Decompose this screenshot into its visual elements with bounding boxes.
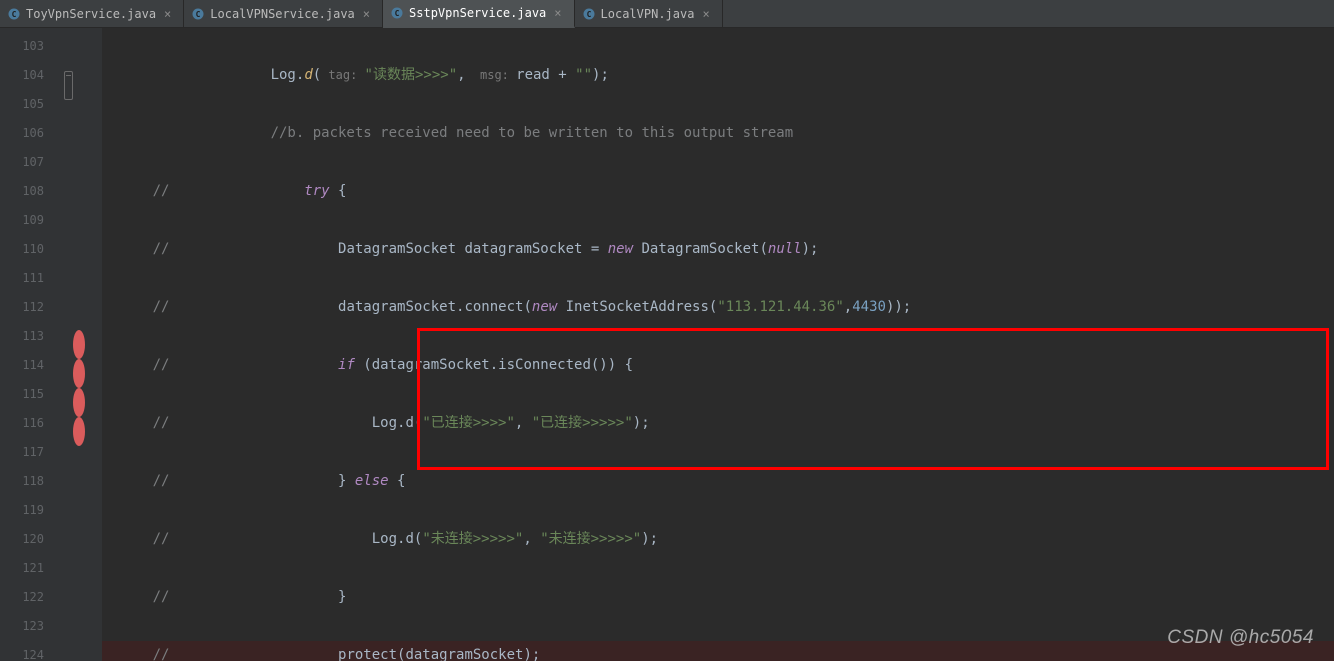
line-number: 114 xyxy=(0,351,62,380)
breakpoint-gutter[interactable] xyxy=(62,28,96,661)
line-number: 112 xyxy=(0,293,62,322)
close-icon[interactable]: × xyxy=(162,7,173,21)
marker-slot[interactable] xyxy=(62,235,96,264)
watermark: CSDN @hc5054 xyxy=(1167,627,1314,649)
tab-label: LocalVPN.java xyxy=(601,7,695,21)
marker-slot[interactable] xyxy=(62,148,96,177)
code-line: Log.d( tag: "读数据>>>>", msg: read + ""); xyxy=(102,61,1334,90)
line-number: 109 xyxy=(0,206,62,235)
svg-text:C: C xyxy=(395,9,400,18)
close-icon[interactable]: × xyxy=(700,7,711,21)
tab-label: ToyVpnService.java xyxy=(26,7,156,21)
marker-slot[interactable] xyxy=(62,438,96,467)
marker-slot[interactable] xyxy=(62,177,96,206)
line-number: 108 xyxy=(0,177,62,206)
marker-slot[interactable] xyxy=(62,206,96,235)
marker-slot[interactable] xyxy=(62,467,96,496)
java-class-icon: C xyxy=(583,8,595,20)
marker-slot[interactable] xyxy=(62,525,96,554)
line-number: 110 xyxy=(0,235,62,264)
code-line: // } xyxy=(102,583,1334,612)
marker-slot[interactable] xyxy=(62,380,96,409)
marker-slot[interactable] xyxy=(62,119,96,148)
code-line: // try { xyxy=(102,177,1334,206)
tab-localvpn[interactable]: C LocalVPN.java × xyxy=(575,0,723,27)
line-number: 118 xyxy=(0,467,62,496)
tab-localvpnservice[interactable]: C LocalVPNService.java × xyxy=(184,0,383,27)
line-number: 119 xyxy=(0,496,62,525)
line-number: 107 xyxy=(0,148,62,177)
marker-slot[interactable] xyxy=(62,496,96,525)
code-editor[interactable]: 1031041051061071081091101111121131141151… xyxy=(0,28,1334,661)
line-number: 104 xyxy=(0,61,62,90)
line-number: 103 xyxy=(0,32,62,61)
line-number: 116 xyxy=(0,409,62,438)
line-number: 124 xyxy=(0,641,62,661)
marker-slot[interactable] xyxy=(62,61,96,90)
marker-slot[interactable] xyxy=(62,264,96,293)
svg-text:C: C xyxy=(196,10,201,19)
code-line: // protect(datagramSocket); xyxy=(102,641,1334,661)
java-class-icon: C xyxy=(192,8,204,20)
line-number: 105 xyxy=(0,90,62,119)
marker-slot[interactable] xyxy=(62,583,96,612)
java-class-icon: C xyxy=(391,7,403,19)
line-number: 115 xyxy=(0,380,62,409)
marker-slot[interactable] xyxy=(62,293,96,322)
tab-label: SstpVpnService.java xyxy=(409,6,546,20)
marker-slot[interactable] xyxy=(62,32,96,61)
marker-slot[interactable] xyxy=(62,554,96,583)
code-line: // Log.d("未连接>>>>>", "未连接>>>>>"); xyxy=(102,525,1334,554)
line-number-gutter: 1031041051061071081091101111121131141151… xyxy=(0,28,62,661)
line-number: 111 xyxy=(0,264,62,293)
code-line: // Log.d("已连接>>>>", "已连接>>>>>"); xyxy=(102,409,1334,438)
line-number: 113 xyxy=(0,322,62,351)
svg-text:C: C xyxy=(586,10,591,19)
tab-sstpvpn[interactable]: C SstpVpnService.java × xyxy=(383,0,575,28)
marker-slot[interactable] xyxy=(62,409,96,438)
line-number: 121 xyxy=(0,554,62,583)
java-class-icon: C xyxy=(8,8,20,20)
code-line: // DatagramSocket datagramSocket = new D… xyxy=(102,235,1334,264)
tab-label: LocalVPNService.java xyxy=(210,7,355,21)
marker-slot[interactable] xyxy=(62,322,96,351)
tab-bar: C ToyVpnService.java × C LocalVPNService… xyxy=(0,0,1334,28)
code-line: //b. packets received need to be written… xyxy=(102,119,1334,148)
highlight-annotation xyxy=(417,328,1329,470)
marker-slot[interactable] xyxy=(62,612,96,641)
marker-slot[interactable] xyxy=(62,90,96,119)
line-number: 117 xyxy=(0,438,62,467)
line-number: 122 xyxy=(0,583,62,612)
code-area[interactable]: Log.d( tag: "读数据>>>>", msg: read + ""); … xyxy=(102,28,1334,661)
marker-slot[interactable] xyxy=(62,641,96,661)
marker-slot[interactable] xyxy=(62,351,96,380)
line-number: 120 xyxy=(0,525,62,554)
close-icon[interactable]: × xyxy=(361,7,372,21)
code-line: // } else { xyxy=(102,467,1334,496)
line-number: 123 xyxy=(0,612,62,641)
code-line: // datagramSocket.connect(new InetSocket… xyxy=(102,293,1334,322)
code-line: // if (datagramSocket.isConnected()) { xyxy=(102,351,1334,380)
line-number: 106 xyxy=(0,119,62,148)
svg-text:C: C xyxy=(12,10,17,19)
close-icon[interactable]: × xyxy=(552,6,563,20)
tab-toyvpn[interactable]: C ToyVpnService.java × xyxy=(0,0,184,27)
